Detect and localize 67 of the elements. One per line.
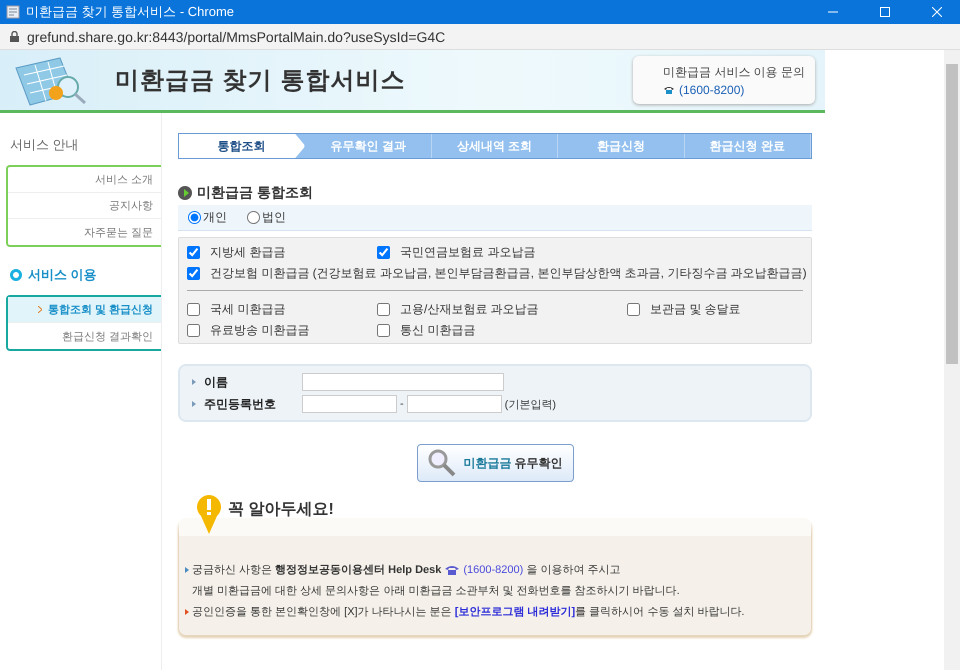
notice-text: 공인인증을 통한 본인확인창에 [X]가 나타나시는 분은 [보안프로그램 내려받기]를 클릭하시어 수동 설치 바랍니다.: [192, 605, 744, 619]
phone-icon: [663, 85, 675, 95]
checkbox-label: 보관금 및 송달료: [650, 301, 741, 318]
sidebar-item[interactable]: 공지사항: [8, 193, 161, 219]
sidebar-heading: 서비스 이용: [28, 266, 97, 284]
sidebar-item[interactable]: 서비스 소개: [8, 167, 161, 193]
id-front-field[interactable]: [302, 395, 397, 413]
radio-button[interactable]: [247, 211, 260, 224]
checkbox[interactable]: [187, 246, 200, 259]
step: 통합조회: [179, 134, 306, 158]
checkbox[interactable]: [187, 303, 200, 316]
notice-text: 개별 미환급금에 대한 상세 문의사항은 아래 미환급금 소관부처 및 전화번호를 참조하시기 바랍니다.: [192, 584, 680, 598]
checkbox-label: 고용/산재보험료 과오납금: [400, 301, 539, 318]
checkbox-label: 유료방송 미환급금: [210, 322, 310, 339]
phone-number: (1600-8200): [463, 564, 524, 576]
contact-label: 미환급금 서비스 이용 문의: [663, 64, 806, 81]
section-title: 미환급금 통합조회: [197, 184, 313, 202]
dash: -: [400, 398, 404, 410]
scrollbar[interactable]: [944, 50, 960, 670]
circle-icon: [10, 269, 22, 281]
notice-title: 꼭 알아두세요!: [228, 500, 334, 520]
checkbox[interactable]: [187, 267, 200, 280]
bullet-icon: [185, 608, 189, 614]
search-icon: [427, 448, 458, 478]
window-title: 미환급금 찾기 통합서비스 - Chrome: [26, 3, 236, 21]
close-icon: [932, 7, 942, 17]
search-button[interactable]: 미환급금 유무확인: [416, 444, 574, 482]
sidebar-item[interactable]: 통합조회 및 환급신청: [8, 297, 161, 323]
download-link[interactable]: [보안프로그램 내려받기]: [454, 606, 576, 618]
checkbox[interactable]: [377, 324, 390, 337]
radio-label: 개인: [203, 209, 227, 226]
input-hint: (기본입력): [504, 398, 556, 412]
step: 상세내역 조회: [432, 134, 558, 158]
bullet-icon: [185, 566, 189, 572]
site-title: 미환급금 찾기 통합서비스: [115, 66, 406, 96]
section-icon: [178, 186, 192, 200]
lock-icon: [10, 31, 19, 42]
id-label: 주민등록번호: [204, 396, 276, 412]
bullet-icon: [192, 401, 196, 407]
chevron-icon: [38, 306, 42, 313]
checkbox-label: 국민연금보험료 과오납금: [400, 244, 536, 261]
checkbox-label: 건강보험 미환급금 (건강보험료 과오납금, 본인부담금환급금, 본인부담상한액 초과금, 기타징수금 과오납환급금): [210, 265, 807, 282]
notice-text: 을 이용하여 주시고: [526, 563, 620, 577]
checkbox[interactable]: [377, 303, 390, 316]
checkbox-label: 국세 미환급금: [210, 301, 286, 318]
radio-label: 법인: [262, 209, 286, 226]
page-icon: [6, 5, 20, 19]
checkbox-label: 통신 미환급금: [400, 322, 476, 339]
id-back-field[interactable]: [406, 395, 502, 413]
checkbox[interactable]: [377, 246, 390, 259]
checkbox[interactable]: [187, 324, 200, 337]
name-field[interactable]: [302, 373, 504, 391]
radio-button[interactable]: [188, 211, 201, 224]
step: 환급신청 완료: [684, 134, 812, 158]
maximize-icon: [880, 7, 890, 17]
notice-text: 궁금하신 사항은 행정정보공동이용센터 Help Desk: [192, 563, 442, 577]
step: 환급신청: [558, 134, 685, 158]
step: 유무확인 결과: [305, 134, 432, 158]
sidebar-item[interactable]: 자주묻는 질문: [8, 219, 161, 245]
contact-phone: (1600-8200): [679, 83, 744, 97]
sidebar-heading: 서비스 안내: [10, 136, 79, 154]
phone-icon: [444, 564, 460, 575]
sidebar-item[interactable]: 환급신청 결과확인: [8, 323, 161, 349]
bullet-icon: [192, 379, 196, 385]
checkbox-label: 지방세 환급금: [210, 244, 286, 261]
name-label: 이름: [204, 374, 228, 390]
checkbox[interactable]: [627, 303, 640, 316]
